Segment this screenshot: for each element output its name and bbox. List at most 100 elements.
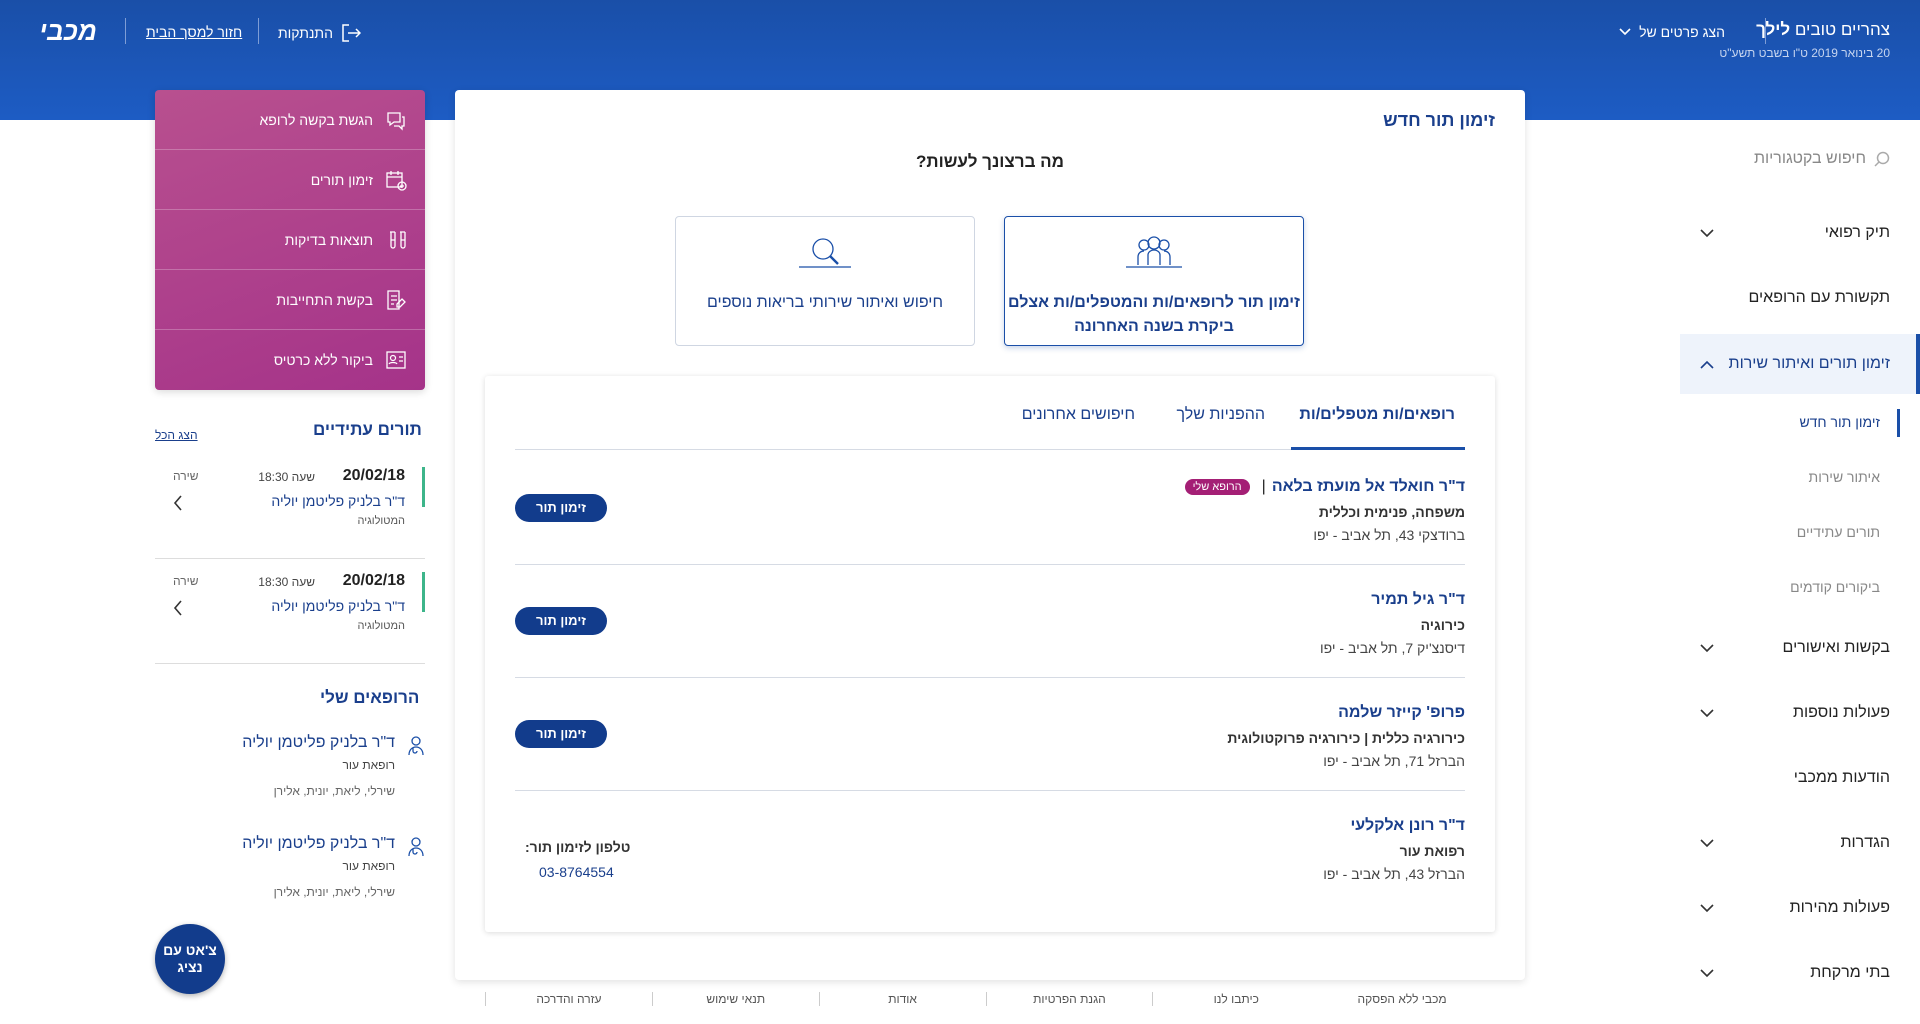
- tab-referrals[interactable]: ההפניות שלך: [1177, 406, 1265, 424]
- doctors-panel: רופאים/ות מטפלים/ות ההפניות שלך חיפושים …: [485, 376, 1495, 932]
- sidebar-item-label: הגדרות: [1840, 834, 1890, 851]
- magnifier-icon: [799, 238, 851, 268]
- book-appointment-button[interactable]: זימון תור: [515, 494, 607, 522]
- option-search-services[interactable]: חיפוש ואיתור שירותי בריאות נוספים: [675, 216, 975, 346]
- chat-with-agent-button[interactable]: צ'אט עם נציג: [155, 924, 225, 994]
- footer-link-about[interactable]: אודות: [818, 992, 986, 1006]
- doctor-name[interactable]: ד"ר רונן אלקלעי: [1350, 817, 1465, 835]
- document-pen-icon: [387, 289, 406, 310]
- tab-treating-doctors[interactable]: רופאים/ות מטפלים/ות: [1299, 406, 1455, 424]
- chevron-down-icon: [1700, 643, 1714, 652]
- book-appointment-button[interactable]: זימון תור: [515, 720, 607, 748]
- greeting: צהריים טובים לילך: [1756, 20, 1890, 39]
- option-book-known-doctors[interactable]: זימון תור לרופאים/ות והמטפלים/ות אצלם בי…: [1004, 216, 1304, 346]
- logout-button[interactable]: התנתקות: [278, 24, 361, 42]
- sidebar-subitem-past-visits[interactable]: ביקורים קודמים: [1790, 579, 1880, 595]
- quick-actions-panel: הגשת בקשה לרופא זימון תורים תוצאות בדיקו…: [155, 90, 425, 390]
- footer-link-privacy[interactable]: הגנת הפרטיות: [985, 992, 1153, 1006]
- calendar-add-icon: [386, 170, 407, 191]
- sidebar-item-medical-file[interactable]: תיק רפואי: [1680, 203, 1920, 263]
- question-heading: מה ברצונך לעשות?: [915, 152, 1065, 171]
- appointment-specialty: המטולוגיה: [357, 515, 405, 527]
- new-appointment-card: זימון תור חדש מה ברצונך לעשות? זימון תור…: [455, 90, 1525, 980]
- chevron-left-icon[interactable]: [173, 600, 183, 616]
- sidebar-item-label: הודעות ממכבי: [1793, 769, 1890, 786]
- sidebar-subitem-new-appointment[interactable]: זימון תור חדש: [1799, 414, 1880, 430]
- book-appointment-button[interactable]: זימון תור: [515, 607, 607, 635]
- svg-text:מכבי: מכבי: [39, 16, 97, 46]
- doctor-row: פרופ' קייזר שלמה כירורגיה כללית | כירורג…: [515, 678, 1465, 791]
- chevron-down-icon: [1700, 903, 1714, 912]
- sidebar-item-label: בקשות ואישורים: [1782, 639, 1890, 656]
- phone-number[interactable]: 03-8764554: [539, 864, 614, 880]
- doctor-row: ד"ר רונן אלקלעי רפואת עור הברזל 43, תל א…: [515, 791, 1465, 904]
- sidebar-item-appointments[interactable]: זימון תורים ואיתור שירות: [1680, 334, 1920, 394]
- active-indicator: [1897, 409, 1900, 437]
- chevron-down-icon: [1700, 228, 1714, 237]
- quick-action-visit-no-card[interactable]: ביקור ללא כרטיס: [155, 330, 425, 390]
- doctor-specialty: משפחה, פנימית וכללית: [1318, 504, 1465, 520]
- quick-action-commitment[interactable]: בקשת התחייבות: [155, 270, 425, 330]
- doctor-patients: שירלי, ליאת, יונית, אלירן: [273, 885, 395, 899]
- divider: [258, 18, 259, 44]
- category-search[interactable]: חיפוש בקטגוריות: [1754, 150, 1890, 168]
- option-label: זימון תור לרופאים/ות והמטפלים/ות אצלם בי…: [1008, 294, 1300, 335]
- chevron-down-icon: [1700, 838, 1714, 847]
- sidebar-item-communication[interactable]: תקשורת עם הרופאים: [1680, 268, 1920, 328]
- separator: |: [1261, 478, 1266, 495]
- doctor-name[interactable]: ד"ר חואלד אל מועתז בלאה: [1272, 478, 1465, 495]
- sidebar-subitem-find-service[interactable]: איתור שירות: [1809, 469, 1880, 485]
- chevron-down-icon: [1700, 968, 1714, 977]
- quick-action-test-results[interactable]: תוצאות בדיקות: [155, 210, 425, 270]
- tab-recent-searches[interactable]: חיפושים אחרונים: [1022, 406, 1135, 424]
- doctor-specialty: כירוגיה: [1420, 617, 1465, 633]
- doctor-name-line: ד"ר חואלד אל מועתז בלאה | הרופא שלי: [1184, 478, 1465, 496]
- logout-icon: [342, 24, 361, 42]
- maccabi-logo[interactable]: מכבי: [28, 14, 108, 48]
- doctor-name[interactable]: ד"ר גיל תמיר: [1371, 591, 1465, 609]
- back-home-link[interactable]: חזור למסך הבית: [146, 24, 242, 40]
- show-details-dropdown[interactable]: הצג פרטים של: [1619, 24, 1725, 40]
- phone-label: טלפון לזימון תור:: [525, 839, 631, 855]
- id-card-icon: [386, 351, 406, 369]
- my-doctor-item[interactable]: ד"ר בלניק פליטמן יוליה רופאת עור שירלי, …: [155, 734, 425, 804]
- sidebar-item-more-actions[interactable]: פעולות נוספות: [1680, 683, 1920, 743]
- chevron-left-icon[interactable]: [173, 495, 183, 511]
- sidebar-item-label: פעולות נוספות: [1792, 704, 1890, 721]
- sidebar-item-settings[interactable]: הגדרות: [1680, 813, 1920, 873]
- sidebar-item-pharmacies[interactable]: בתי מרקחת: [1680, 943, 1920, 1003]
- sidebar-subitem-future-appointments[interactable]: תורים עתידיים: [1797, 524, 1880, 540]
- footer-links: עזרה והדרכה תנאי שימוש אודות הגנת הפרטיו…: [485, 985, 1485, 1013]
- appointment-time: שעה 18:30: [258, 470, 315, 484]
- sidebar-item-requests[interactable]: בקשות ואישורים: [1680, 618, 1920, 678]
- my-doctor-item[interactable]: ד"ר בלניק פליטמן יוליה רופאת עור שירלי, …: [155, 835, 425, 905]
- option-label: חיפוש ואיתור שירותי בריאות נוספים: [707, 294, 943, 311]
- doctor-role: רופאת עור: [342, 859, 395, 873]
- footer-link-contact[interactable]: כיתבו לנו: [1152, 992, 1319, 1006]
- status-bar: [422, 467, 425, 507]
- doctor-row: ד"ר גיל תמיר כירוגיה דיסנצ'יק 7, תל אביב…: [515, 565, 1465, 678]
- appointment-specialty: המטולוגיה: [357, 620, 405, 632]
- appointment-time: שעה 18:30: [258, 575, 315, 589]
- footer-link-help[interactable]: עזרה והדרכה: [485, 992, 652, 1006]
- appointment-date: 20/02/18: [342, 467, 405, 484]
- doctor-patients: שירלי, ליאת, יונית, אלירן: [273, 784, 395, 798]
- doctor-name[interactable]: פרופ' קייזר שלמה: [1338, 704, 1465, 722]
- show-all-link[interactable]: הצג הכל: [155, 428, 198, 442]
- sidebar-item-label: פעולות מהירות: [1789, 899, 1890, 916]
- appointment-service: שירה: [173, 469, 199, 483]
- footer-link-nonstop[interactable]: מכבי ללא הפסקה: [1319, 992, 1485, 1006]
- appointment-item[interactable]: 20/02/18 שעה 18:30 שירה ד"ר בלניק פליטמן…: [155, 455, 425, 559]
- quick-action-doctor-request[interactable]: הגשת בקשה לרופא: [155, 90, 425, 150]
- appointment-item[interactable]: 20/02/18 שעה 18:30 שירה ד"ר בלניק פליטמן…: [155, 560, 425, 664]
- appointment-doctor: ד"ר בלניק פליטמן יוליה: [271, 598, 405, 614]
- quick-action-label: תוצאות בדיקות: [284, 231, 373, 248]
- sidebar-item-quick-actions[interactable]: פעולות מהירות: [1680, 878, 1920, 938]
- logout-label: התנתקות: [278, 25, 333, 41]
- sidebar-item-label: תיק רפואי: [1824, 224, 1890, 241]
- doctor-role: רופאת עור: [342, 758, 395, 772]
- sidebar-item-messages[interactable]: הודעות ממכבי: [1680, 748, 1920, 808]
- footer-link-terms[interactable]: תנאי שימוש: [651, 992, 819, 1006]
- quick-action-appointments[interactable]: זימון תורים: [155, 150, 425, 210]
- appointment-service: שירה: [173, 574, 199, 588]
